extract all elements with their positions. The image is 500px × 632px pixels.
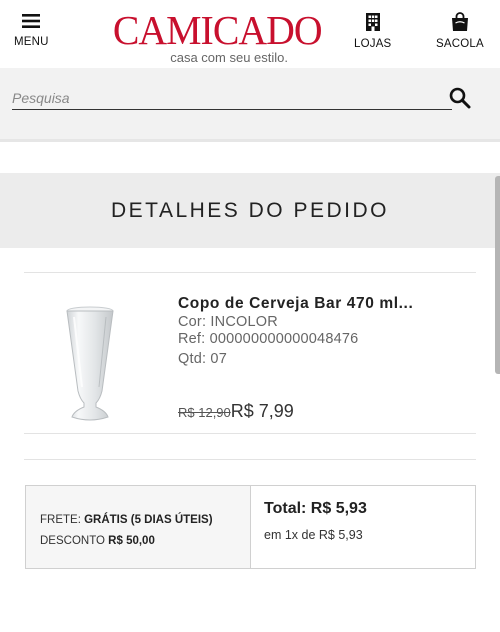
- lojas-button[interactable]: LOJAS: [354, 12, 391, 50]
- site-header: MENU CAMICADO casa com seu estilo. LOJAS…: [0, 0, 500, 68]
- desconto-label: DESCONTO: [40, 535, 105, 547]
- camicado-logo[interactable]: CAMICADO casa com seu estilo.: [110, 7, 323, 70]
- shopping-bag-icon: [451, 12, 468, 31]
- product-info: Copo de Cerveja Bar 470 ml... Cor: INCOL…: [178, 295, 468, 367]
- summary-total: Total: R$ 5,93 em 1x de R$ 5,93: [252, 486, 475, 568]
- product-color: Cor: INCOLOR: [178, 314, 278, 330]
- sacola-button[interactable]: SACOLA: [436, 12, 484, 50]
- search-icon[interactable]: [448, 86, 472, 110]
- lojas-label: LOJAS: [354, 38, 392, 50]
- product-name[interactable]: Copo de Cerveja Bar 470 ml...: [178, 295, 468, 313]
- product-quantity: Qtd: 07: [178, 351, 227, 367]
- old-price: R$ 12,90: [178, 405, 231, 420]
- logo-text: CAMICADO: [112, 7, 323, 53]
- sacola-label: SACOLA: [436, 38, 484, 50]
- order-total: Total: R$ 5,93: [264, 500, 367, 517]
- section-title-band: DETALHES DO PEDIDO: [0, 173, 500, 248]
- frete-row: FRETE: GRÁTIS (5 DIAS ÚTEIS): [40, 510, 250, 531]
- scrollbar-thumb[interactable]: [495, 176, 500, 374]
- current-price: R$ 7,99: [230, 401, 294, 421]
- divider: [24, 459, 476, 460]
- frete-label: FRETE:: [40, 514, 81, 526]
- menu-button[interactable]: MENU: [14, 12, 49, 48]
- frete-value: GRÁTIS (5 DIAS ÚTEIS): [84, 514, 213, 526]
- order-summary: FRETE: GRÁTIS (5 DIAS ÚTEIS) DESCONTO R$…: [25, 485, 476, 569]
- page-title: DETALHES DO PEDIDO: [111, 199, 389, 222]
- search-bar: [0, 68, 500, 142]
- installments: em 1x de R$ 5,93: [264, 528, 363, 542]
- divider: [24, 433, 476, 434]
- search-input[interactable]: [12, 86, 452, 109]
- summary-details: FRETE: GRÁTIS (5 DIAS ÚTEIS) DESCONTO R$…: [26, 486, 251, 568]
- product-image[interactable]: [62, 303, 118, 423]
- desconto-value: R$ 50,00: [108, 535, 155, 547]
- building-icon: [365, 13, 380, 31]
- product-prices: R$ 12,90R$ 7,99: [178, 401, 294, 422]
- menu-label: MENU: [14, 36, 49, 48]
- order-item: Copo de Cerveja Bar 470 ml... Cor: INCOL…: [24, 273, 476, 433]
- desconto-row: DESCONTO R$ 50,00: [40, 531, 250, 552]
- hamburger-icon: [22, 14, 41, 28]
- product-ref: Ref: 000000000000048476: [178, 331, 359, 347]
- search-field: [12, 86, 452, 110]
